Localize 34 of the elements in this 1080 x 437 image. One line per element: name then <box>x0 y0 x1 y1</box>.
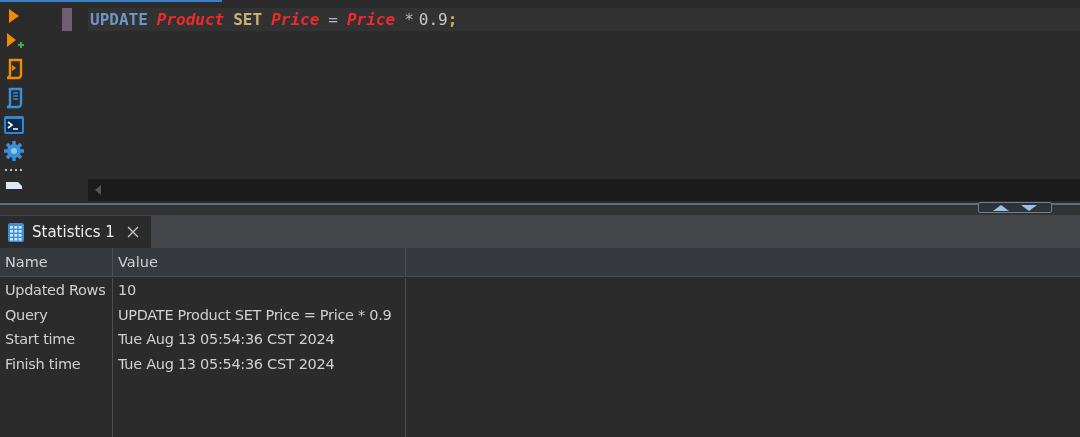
column-header[interactable]: Name <box>0 248 113 276</box>
settings-icon[interactable] <box>4 141 24 161</box>
sql-operator: = <box>328 10 338 29</box>
script-icon[interactable] <box>4 87 24 109</box>
collapse-up-icon[interactable] <box>993 204 1009 211</box>
sql-identifier: Product <box>156 10 225 29</box>
collapse-down-icon[interactable] <box>1021 204 1037 211</box>
table-cell-text: Finish time <box>4 354 82 374</box>
sql-semicolon: ; <box>447 10 458 29</box>
file-icon[interactable] <box>5 181 23 189</box>
splitter-handle[interactable] <box>978 202 1052 213</box>
horizontal-scrollbar[interactable] <box>88 179 1080 201</box>
run-icon[interactable] <box>8 8 20 24</box>
table-cell-text: Start time <box>4 330 76 350</box>
sql-operator: * <box>404 10 414 29</box>
run-add-icon[interactable] <box>4 31 24 51</box>
sql-keyword: SET <box>233 10 263 29</box>
sql-identifier: Price <box>271 10 320 29</box>
sql-identifier: Price <box>346 10 396 29</box>
table-cell-text: Updated Rows <box>4 281 107 301</box>
table-cell-text: Query <box>4 305 49 325</box>
table-cell-text: Tue Aug 13 05:54:36 CST 2024 <box>117 354 336 374</box>
terminal-icon[interactable] <box>4 116 24 134</box>
result-tab[interactable]: Statistics 1 <box>0 216 151 248</box>
script-icon[interactable] <box>4 58 24 80</box>
sql-keyword: UPDATE <box>90 10 148 29</box>
more-icon[interactable] <box>4 168 24 172</box>
table-cell-text: UPDATE Product SET Price = Price * 0.9 <box>117 305 393 325</box>
column-header[interactable]: Value <box>113 248 406 276</box>
table-cell-text: Tue Aug 13 05:54:36 CST 2024 <box>117 330 336 350</box>
table-cell-text: 10 <box>117 281 137 301</box>
close-icon[interactable] <box>126 226 139 238</box>
sql-number: 0.9 <box>418 10 448 29</box>
grid-icon <box>8 222 24 242</box>
